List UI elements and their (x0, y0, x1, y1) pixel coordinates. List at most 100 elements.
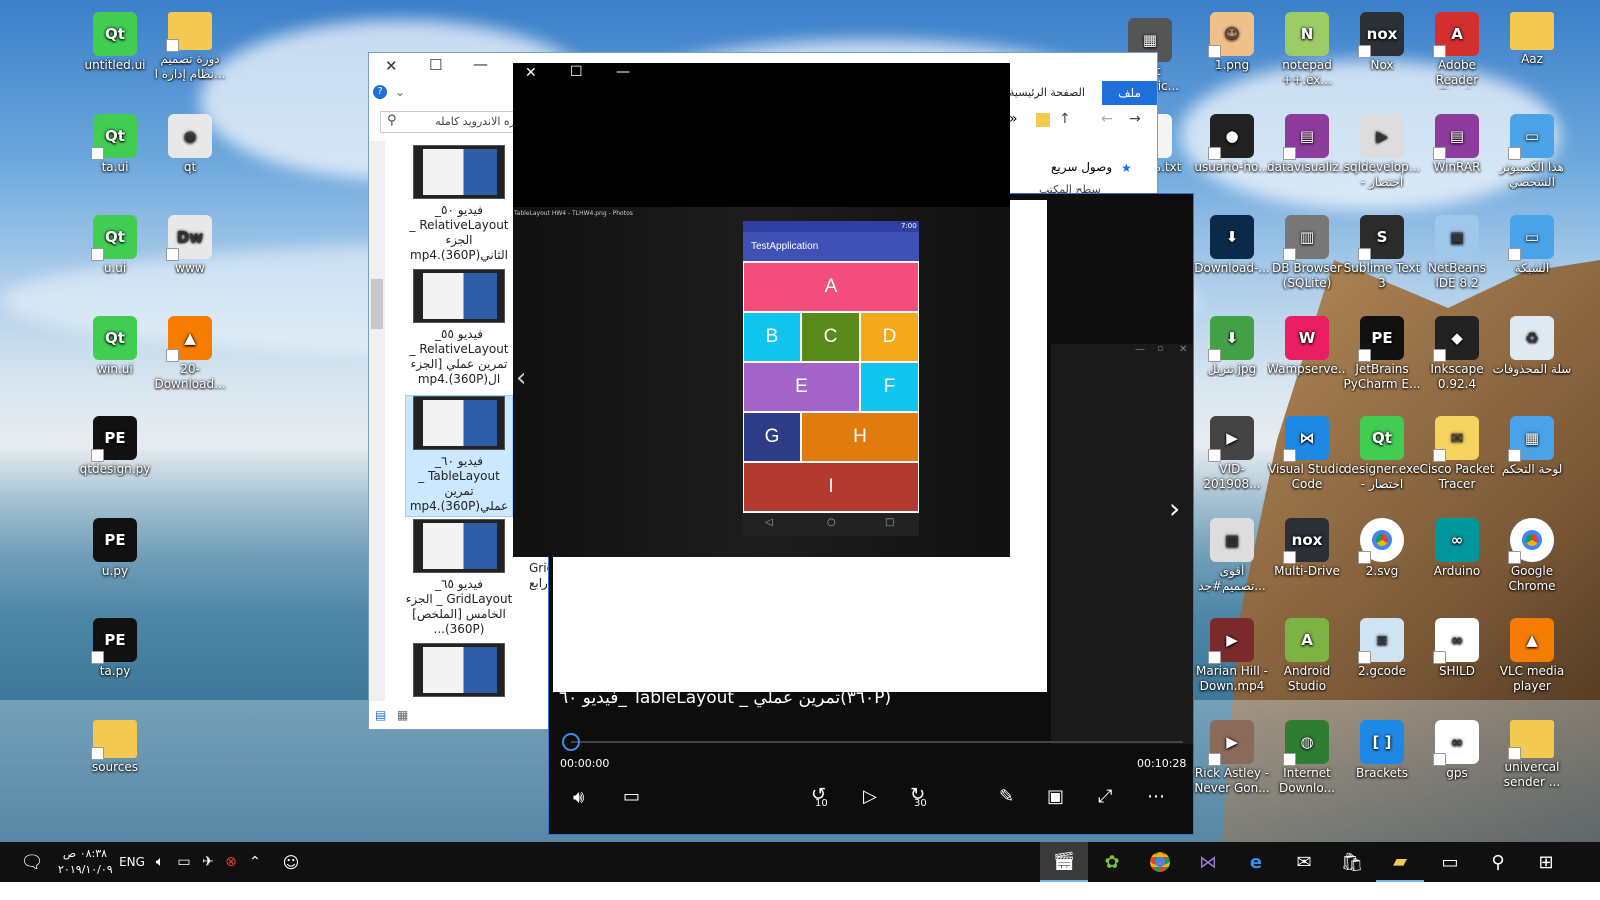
file-item[interactable]: فيديو ٦٠_ TableLayout _ تمرين عملي(360P)… (405, 395, 513, 517)
file-item[interactable]: فيديو ٦٥_ GridLayout _ الجزء الخامس [الم… (405, 519, 513, 637)
desktop-icon[interactable]: ▭ الشبكة (1492, 215, 1572, 276)
desktop-icon[interactable]: sources (75, 720, 155, 775)
desktop-icon[interactable]: PE qtdesign.py (75, 416, 155, 477)
desktop-icon[interactable]: Dw www (150, 215, 230, 276)
volume-icon[interactable]: 🔊︎ (573, 787, 584, 808)
photos-window[interactable]: ✕ ☐ — TableLayout HW4 - TLHW4.png - Phot… (513, 63, 1010, 557)
network-icon[interactable]: ✈︎ (198, 842, 218, 882)
nav-quick-access[interactable]: وصول سريع (1051, 160, 1112, 174)
next-arrow-icon[interactable]: › (1169, 492, 1180, 525)
desktop-icon[interactable]: ▲ VLC media player (1492, 618, 1572, 694)
volume-icon[interactable]: 🔈︎ (150, 842, 170, 882)
forward-arrow-icon[interactable]: ← (1101, 111, 1113, 127)
language-indicator[interactable]: ENG (118, 842, 146, 882)
chevron-down-icon[interactable]: ⌄ (395, 85, 405, 99)
desktop-icon[interactable]: ∞ Arduino (1417, 518, 1497, 579)
desktop-icon[interactable]: دورة تصميم نظام إدارة ا... (150, 12, 230, 82)
scrollbar[interactable] (369, 141, 385, 701)
start-button[interactable]: ⊞ (1524, 842, 1568, 882)
desktop-icon[interactable]: PE JetBrains PyCharm E... (1342, 316, 1422, 392)
more-options-icon[interactable]: ⋯ (1147, 786, 1165, 807)
desktop-icon[interactable]: ⋈ Visual Studio Code (1267, 416, 1347, 492)
desktop-icon[interactable]: Aaz (1492, 12, 1572, 67)
desktop-icon[interactable]: nox Nox (1342, 12, 1422, 73)
desktop-icon[interactable]: Google Chrome (1492, 518, 1572, 594)
maximize-icon[interactable]: ☐ (429, 56, 442, 74)
fullscreen-icon[interactable]: ⤢ (1098, 786, 1112, 807)
details-view-icon[interactable]: ▤ (375, 708, 386, 722)
search-input[interactable]: ره الاندرويد كامله (380, 111, 522, 133)
desktop-icon[interactable]: ▦ أقوى تصميم#جد... (1192, 518, 1272, 594)
desktop-icon[interactable]: W Wampserve... (1267, 316, 1347, 377)
desktop-icon[interactable]: Qt u.ui (75, 215, 155, 276)
desktop-icon[interactable]: ▥ DB Browser (SQLite) (1267, 215, 1347, 291)
desktop-icon[interactable]: ∞ SHILD (1417, 618, 1497, 679)
previous-photo-icon[interactable]: ‹ (516, 363, 526, 393)
file-item[interactable] (405, 643, 513, 701)
desktop-icon[interactable]: ▭ هذا الكمبيوتر الشخصي (1492, 114, 1572, 190)
captions-icon[interactable]: ▭ (623, 786, 640, 807)
desktop-icon[interactable]: ⬇ Download-... (1192, 215, 1272, 276)
mini-view-icon[interactable]: ▣ (1047, 786, 1064, 807)
nav-desktop[interactable]: سطح المكتب (1039, 183, 1101, 193)
close-icon[interactable]: ✕ (385, 57, 398, 75)
search-button[interactable]: ⚲ (1476, 842, 1520, 882)
address-overflow[interactable]: » (1009, 111, 1018, 127)
desktop-icon[interactable]: Qt ta.ui (75, 114, 155, 175)
desktop-icon[interactable]: ▶ Marian Hill - Down.mp4 (1192, 618, 1272, 694)
desktop-icon[interactable]: ◉ qt (150, 114, 230, 175)
file-item[interactable]: فيديو ٥٠_ RelativeLayout _ الجزء الثاني(… (405, 145, 513, 263)
back-arrow-icon[interactable]: → (1129, 111, 1141, 127)
store-taskbar-button[interactable]: 🛍︎ (1328, 842, 1376, 882)
task-view-button[interactable]: ▭ (1428, 842, 1472, 882)
desktop-icon[interactable]: ▣ NetBeans IDE 8.2 (1417, 215, 1497, 291)
desktop-icon[interactable]: PE u.py (75, 518, 155, 579)
file-item[interactable]: فيديو ٥٥_ RelativeLayout _ تمرين عملي [ا… (405, 269, 513, 387)
nox-taskbar-button[interactable]: ✿ (1088, 842, 1136, 882)
chrome-taskbar-button[interactable] (1136, 842, 1184, 882)
progress-bar[interactable] (571, 741, 1183, 743)
battery-icon[interactable]: ▭ (174, 842, 194, 882)
progress-thumb[interactable] (562, 733, 580, 751)
minimize-icon[interactable]: — (616, 64, 630, 80)
play-icon[interactable]: ▷ (863, 786, 877, 807)
help-icon[interactable]: ? (373, 85, 387, 99)
desktop-icon[interactable]: Qt untitled.ui (75, 12, 155, 73)
desktop-icon[interactable]: S Sublime Text 3 (1342, 215, 1422, 291)
desktop-icon[interactable]: ▶ VID-201908... (1192, 416, 1272, 492)
desktop-icon[interactable]: [ ] Brackets (1342, 720, 1422, 781)
desktop-icon[interactable]: ♻ سلة المحذوفات (1492, 316, 1572, 377)
people-icon[interactable]: ☺ (280, 842, 302, 882)
desktop-icon[interactable]: PE ta.py (75, 618, 155, 679)
up-arrow-icon[interactable]: ↑ (1059, 111, 1071, 127)
desktop-icon[interactable]: ◆ Inkscape 0.92.4 (1417, 316, 1497, 392)
desktop-icon[interactable]: ⬇ تنزيل.jpg (1192, 316, 1272, 377)
explorer-taskbar-button[interactable]: ▰ (1376, 842, 1424, 882)
desktop-icon[interactable]: 2.svg (1342, 518, 1422, 579)
minimize-icon[interactable]: — (473, 55, 488, 73)
notifications-icon[interactable]: 🗨︎ (20, 842, 44, 882)
desktop-icon[interactable]: ▶ Rick Astley - Never Gon... (1192, 720, 1272, 796)
desktop-icon[interactable]: ∞ gps (1417, 720, 1497, 781)
desktop-icon[interactable]: ✉ Cisco Packet Tracer (1417, 416, 1497, 492)
large-icons-view-icon[interactable]: ▦ (397, 708, 408, 722)
desktop-icon[interactable]: ▲ 20-Download... (150, 316, 230, 392)
desktop-icon[interactable]: ● usuario-ho... (1192, 114, 1272, 175)
desktop-icon[interactable]: ▤ datavisualiz... (1267, 114, 1347, 175)
mail-taskbar-button[interactable]: ✉︎ (1280, 842, 1328, 882)
security-alert-icon[interactable]: ⊗ (221, 842, 241, 882)
desktop-icon[interactable]: ◍ Internet Downlo... (1267, 720, 1347, 796)
chevron-up-icon[interactable]: ⌃ (245, 842, 265, 882)
maximize-icon[interactable]: ☐ (570, 64, 583, 80)
desktop-icon[interactable]: Qt designer.exe - اختصار (1342, 416, 1422, 492)
visual-studio-taskbar-button[interactable]: ⋈ (1184, 842, 1232, 882)
desktop-icon[interactable]: ▤ WinRAR (1417, 114, 1497, 175)
edge-taskbar-button[interactable]: e (1232, 842, 1280, 882)
close-icon[interactable]: ✕ (525, 65, 537, 81)
desktop-icon[interactable]: ☺ 1.png (1192, 12, 1272, 73)
desktop-icon[interactable]: univercal sender ... (1492, 720, 1572, 790)
edit-pencil-icon[interactable]: ✎ (999, 786, 1014, 807)
clock[interactable]: ٠٨:٣٨ ص ٢٠١٩/١٠/٠٩ (58, 846, 113, 878)
desktop-icon[interactable]: Nnotepad ++.ex... (1267, 12, 1347, 88)
desktop-icon[interactable]: A Android Studio (1267, 618, 1347, 694)
